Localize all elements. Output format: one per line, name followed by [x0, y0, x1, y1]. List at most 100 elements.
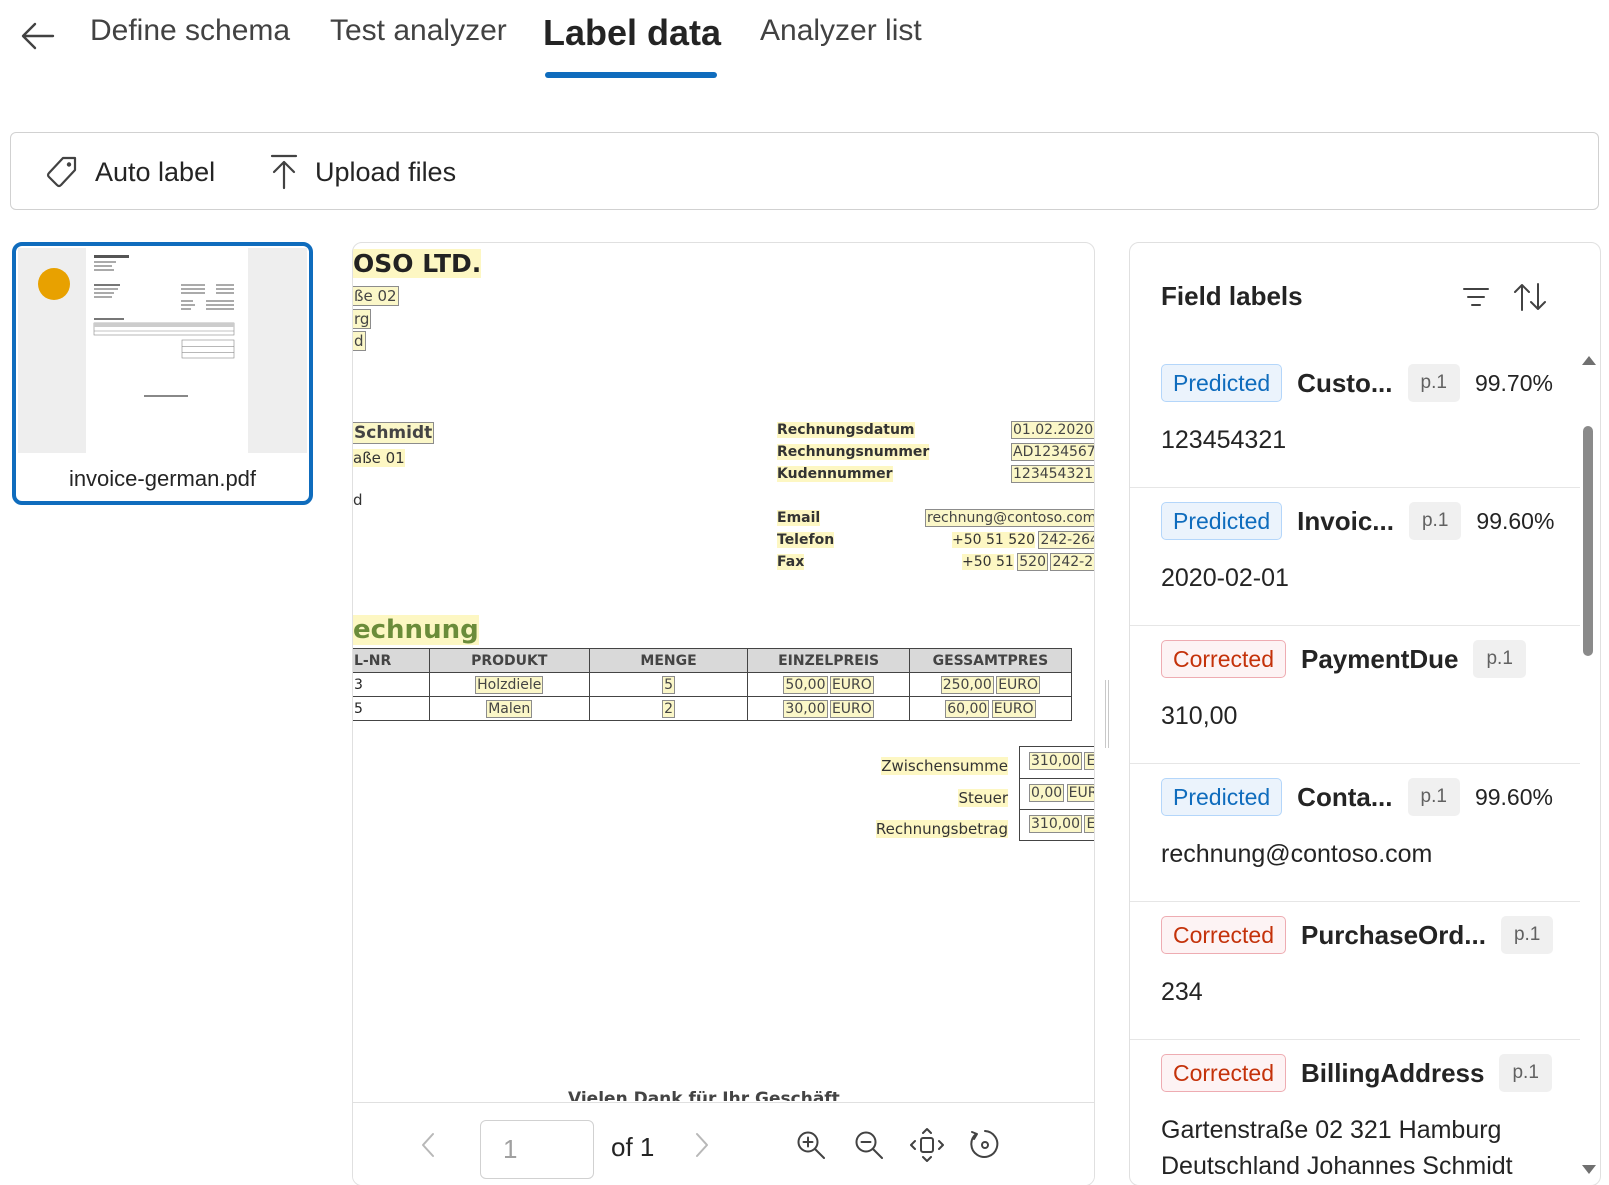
doc-contact-label: Telefon — [777, 532, 835, 548]
doc-meta-value: 123454321 — [1010, 465, 1094, 483]
confidence-value: 99.60% — [1476, 507, 1555, 534]
fit-page-button[interactable] — [907, 1125, 947, 1165]
prev-page-button[interactable] — [408, 1125, 448, 1165]
chevron-right-icon — [696, 1133, 708, 1157]
page-count-label: of 1 — [611, 1132, 655, 1162]
next-page-button[interactable] — [682, 1125, 722, 1165]
status-badge: Predicted — [1161, 364, 1283, 402]
field-list-scrollbar[interactable] — [1579, 350, 1597, 1185]
upload-files-button[interactable]: Upload files — [269, 151, 456, 193]
tab-analyzer-list[interactable]: Analyzer list — [760, 14, 922, 48]
doc-items-table: L-NR PRODUKT MENGE EINZELPREIS GESSAMTPR… — [353, 648, 1073, 721]
document-canvas[interactable]: OSO LTD. ße 02 rg d Schmidt aße 01 d Rec… — [353, 243, 1095, 1101]
auto-label-text: Auto label — [95, 156, 216, 187]
sort-button[interactable] — [1508, 275, 1552, 319]
field-value: 234 — [1161, 978, 1203, 1006]
doc-table-header: GESSAMTPRES — [908, 648, 1073, 673]
confidence-value: 99.60% — [1474, 783, 1553, 810]
field-name: Custo... — [1297, 367, 1393, 398]
zoom-out-button[interactable] — [849, 1125, 889, 1165]
doc-total-value: 0,00 EURO — [1028, 784, 1094, 802]
doc-address-line: rg — [353, 309, 372, 329]
doc-cell-gesamt: 60,00 EURO — [908, 696, 1073, 721]
file-name: invoice-german.pdf — [68, 466, 257, 491]
field-name: Invoic... — [1297, 505, 1394, 536]
upload-icon — [270, 154, 298, 190]
tab-test-analyzer[interactable]: Test analyzer — [330, 14, 507, 48]
doc-contact-label: Fax — [777, 554, 805, 570]
doc-meta-label: Rechnungsdatum — [777, 422, 915, 438]
rotate-button[interactable] — [965, 1125, 1005, 1165]
doc-total-value: 310,00 EURO — [1029, 815, 1094, 833]
page-badge: p.1 — [1500, 916, 1554, 954]
doc-meta-value: AD1234567 — [1011, 443, 1095, 461]
confidence-value: 99.70% — [1474, 369, 1553, 396]
doc-totals-box: 310,00 EURO 0,00 EURO 310,00 EURO — [1019, 746, 1094, 841]
sort-icon — [1514, 283, 1546, 311]
status-badge: Corrected — [1161, 640, 1286, 678]
doc-company: OSO LTD. — [353, 249, 482, 278]
page-badge: p.1 — [1499, 1054, 1552, 1092]
field-value: 2020-02-01 — [1161, 564, 1289, 592]
scrollbar-thumb[interactable] — [1583, 426, 1593, 656]
doc-footer: Vielen Dank für Ihr Geschäft — [568, 1089, 840, 1101]
field-labels-title: Field labels — [1161, 281, 1303, 311]
status-badge: Corrected — [1161, 916, 1286, 954]
field-name: Conta... — [1297, 781, 1393, 812]
doc-customer-name: Schmidt — [353, 422, 435, 444]
doc-customer-street: aße 01 — [353, 449, 405, 467]
field-item[interactable]: Corrected PurchaseOrd... p.1 234 — [1130, 902, 1580, 1040]
doc-total-label: Steuer — [958, 789, 1008, 807]
status-badge: Predicted — [1161, 502, 1283, 540]
page-badge: p.1 — [1407, 778, 1460, 816]
field-name: PaymentDue — [1300, 643, 1459, 674]
top-nav: Define schema Test analyzer Label data A… — [0, 0, 1609, 90]
doc-customer-city: d — [353, 491, 363, 509]
doc-cell-produkt: Holzdiele — [428, 672, 590, 697]
filter-button[interactable] — [1454, 275, 1498, 319]
doc-cell-nr: 3 — [353, 672, 430, 697]
doc-contact-value: +50 51 520 242-264 — [952, 531, 1094, 549]
field-item[interactable]: Predicted Custo... p.1 99.70% 123454321 — [1130, 350, 1580, 488]
page-number-input[interactable] — [480, 1120, 594, 1179]
document-viewer[interactable]: OSO LTD. ße 02 rg d Schmidt aße 01 d Rec… — [352, 242, 1095, 1185]
panel-resize-handle[interactable] — [1105, 680, 1109, 748]
field-item[interactable]: Corrected PaymentDue p.1 310,00 — [1130, 626, 1580, 764]
thumbnail-preview — [93, 255, 235, 397]
doc-table-header: EINZELPREIS — [747, 648, 910, 673]
fit-page-icon — [910, 1128, 944, 1162]
field-labels-panel: Field labels Predicted Custo... p.1 99.7… — [1129, 242, 1601, 1185]
file-thumbnail — [18, 248, 307, 453]
file-card[interactable]: invoice-german.pdf — [12, 242, 313, 505]
scroll-down-arrow[interactable] — [1582, 1165, 1596, 1174]
doc-table-row: 5 Malen 2 30,00 EURO 60,00 EURO — [353, 696, 1073, 721]
doc-table-header: L-NR — [353, 648, 430, 673]
chevron-left-icon — [422, 1133, 434, 1157]
back-button[interactable] — [18, 16, 58, 56]
active-tab-indicator — [545, 72, 717, 78]
upload-files-text: Upload files — [315, 156, 457, 187]
tab-label-data[interactable]: Label data — [543, 12, 721, 54]
rotate-icon — [970, 1130, 999, 1158]
field-value: rechnung@contoso.com — [1161, 840, 1433, 868]
doc-address-line: d — [353, 331, 366, 351]
zoom-in-button[interactable] — [791, 1125, 831, 1165]
status-badge: Corrected — [1161, 1054, 1286, 1092]
zoom-out-icon — [855, 1131, 883, 1159]
doc-address-line: ße 02 — [353, 286, 399, 306]
doc-cell-nr: 5 — [353, 696, 430, 721]
auto-label-button[interactable]: Auto label — [45, 151, 215, 193]
field-item[interactable]: Predicted Invoic... p.1 99.60% 2020-02-0… — [1130, 488, 1580, 626]
field-item[interactable]: Corrected BillingAddress p.1 Gartenstraß… — [1130, 1040, 1580, 1185]
page-badge: p.1 — [1408, 502, 1462, 540]
field-value: 123454321 — [1161, 426, 1287, 454]
field-list: Predicted Custo... p.1 99.70% 123454321 … — [1130, 350, 1580, 1185]
thumbnail-page — [86, 248, 248, 453]
tag-icon — [46, 156, 77, 188]
scroll-up-arrow[interactable] — [1582, 356, 1596, 365]
file-status-dot — [38, 268, 70, 300]
doc-cell-einzel: 50,00 EURO — [747, 672, 910, 697]
field-item[interactable]: Predicted Conta... p.1 99.60% rechnung@c… — [1130, 764, 1580, 902]
field-value: 310,00 — [1161, 702, 1238, 730]
tab-define-schema[interactable]: Define schema — [90, 14, 290, 48]
